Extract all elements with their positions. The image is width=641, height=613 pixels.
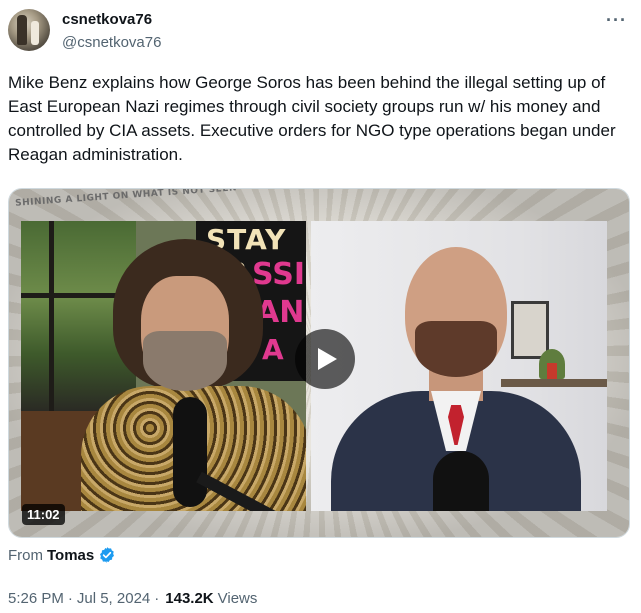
- video-right-panel: [311, 221, 607, 511]
- avatar[interactable]: [8, 9, 50, 51]
- meta-separator-2: ·: [154, 589, 160, 607]
- poster-text-2: SSI: [252, 257, 306, 292]
- video-duration: 11:02: [22, 504, 65, 525]
- host-beard: [143, 331, 227, 391]
- video-left-panel: STAY FR SSI AN A: [21, 221, 306, 511]
- tweet-date[interactable]: Jul 5, 2024: [77, 590, 150, 607]
- picture-frame: [511, 301, 549, 359]
- video-source: From Tomas: [8, 545, 116, 565]
- video-player[interactable]: SHINING A LIGHT ON WHAT IS NOT SEEN STAY…: [8, 188, 630, 538]
- views-count: 143.2K: [165, 589, 214, 607]
- source-prefix: From: [8, 546, 43, 564]
- guest-microphone: [433, 451, 489, 511]
- views-label: Views: [217, 589, 258, 607]
- play-button[interactable]: [295, 329, 355, 389]
- author-display-name[interactable]: csnetkova76: [62, 11, 152, 28]
- poster-text-3: AN: [256, 295, 305, 330]
- poster-text-4: A: [262, 333, 284, 366]
- author-handle[interactable]: @csnetkova76: [62, 34, 161, 51]
- tweet-time[interactable]: 5:26 PM: [8, 590, 64, 607]
- verified-badge-icon: [100, 547, 115, 563]
- tweet: csnetkova76 @csnetkova76 ··· Mike Benz e…: [0, 0, 641, 613]
- red-object: [547, 363, 557, 379]
- play-icon: [318, 348, 337, 370]
- tweet-meta: 5:26 PM · Jul 5, 2024 · 143.2K Views: [8, 588, 257, 608]
- more-options-icon[interactable]: ···: [606, 10, 627, 31]
- source-author[interactable]: Tomas: [47, 547, 94, 564]
- tweet-text: Mike Benz explains how George Soros has …: [8, 73, 616, 164]
- guest-beard: [415, 321, 497, 377]
- meta-separator: ·: [67, 589, 73, 607]
- shelf: [501, 379, 607, 387]
- host-microphone: [173, 397, 207, 507]
